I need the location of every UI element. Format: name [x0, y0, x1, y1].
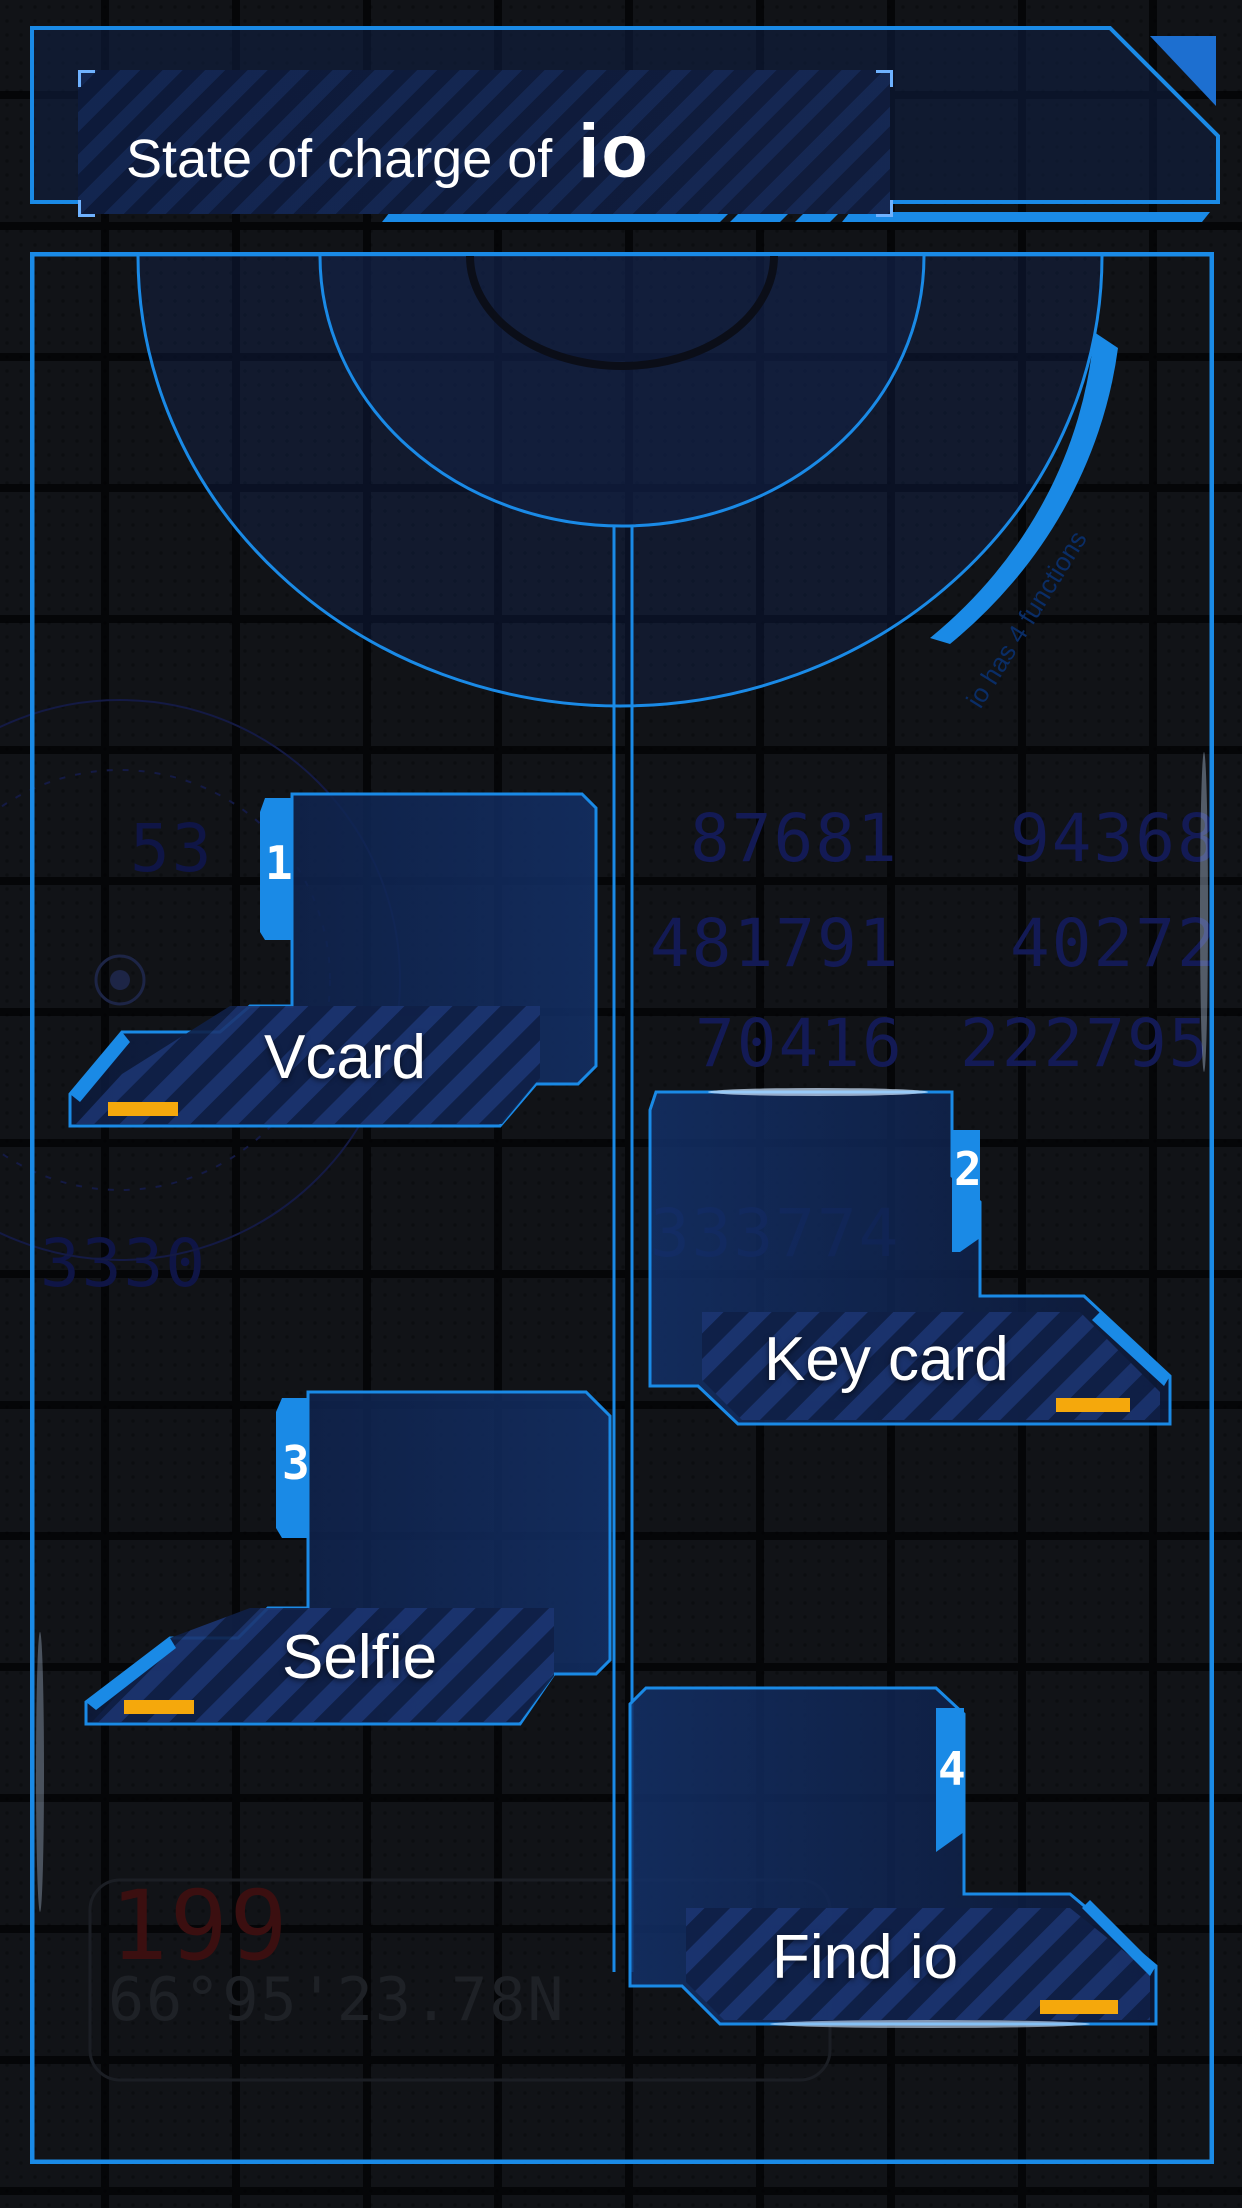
page-title: State of charge of io	[126, 108, 650, 195]
main-panel: io has 4 functions 1 Vcard 2 Key card 3 …	[30, 252, 1214, 2164]
function-number: 4	[938, 1742, 966, 1796]
corner-bracket	[876, 70, 893, 87]
function-number: 1	[265, 836, 293, 890]
function-number: 3	[282, 1436, 310, 1490]
corner-bracket	[876, 200, 893, 217]
function-label: Vcard	[264, 1023, 426, 1092]
header-panel: State of charge of io	[30, 26, 1222, 226]
function-label: Selfie	[282, 1623, 438, 1692]
function-tree-graphic	[30, 252, 1214, 2164]
corner-bracket	[78, 70, 95, 87]
title-text: State of charge of	[126, 129, 553, 189]
corner-bracket	[78, 200, 95, 217]
function-label: Find io	[772, 1923, 959, 1992]
function-label: Key card	[764, 1325, 1009, 1394]
brand-logo: io	[578, 109, 650, 194]
function-number: 2	[954, 1142, 982, 1196]
